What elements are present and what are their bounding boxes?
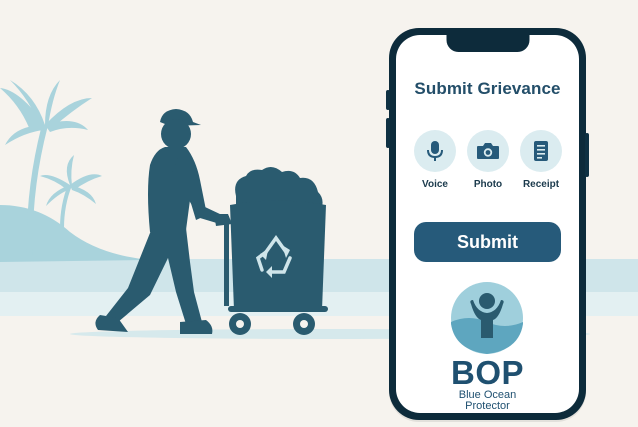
voice-option[interactable]: Voice <box>412 130 458 190</box>
submit-button[interactable]: Submit <box>414 222 561 262</box>
voice-icon-circle <box>414 130 456 172</box>
brand-line2: Protector <box>465 400 510 412</box>
photo-option[interactable]: Photo <box>465 130 511 190</box>
receipt-icon-circle <box>520 130 562 172</box>
page-title: Submit Grievance <box>414 79 561 98</box>
microphone-icon <box>427 141 443 161</box>
photo-icon-circle <box>467 130 509 172</box>
brand-name: BOP <box>450 354 524 391</box>
island-hill <box>0 205 150 262</box>
receipt-option[interactable]: Receipt <box>518 130 564 190</box>
bop-logo-icon <box>451 282 523 354</box>
brand-tagline: Blue Ocean Protector <box>396 390 579 412</box>
receipt-label: Receipt <box>522 179 560 190</box>
photo-label: Photo <box>473 179 503 190</box>
voice-label: Voice <box>422 179 448 190</box>
phone-notch <box>446 35 529 52</box>
receipt-icon <box>534 141 548 161</box>
volume-button <box>386 90 390 110</box>
smartphone: Submit Grievance Voice Photo Receipt Sub… <box>386 28 589 420</box>
phone-screen: Submit Grievance Voice Photo Receipt Sub… <box>396 35 579 413</box>
camera-icon <box>477 143 499 159</box>
volume-button <box>386 118 390 148</box>
power-button <box>585 133 589 177</box>
palm-tree-small <box>40 155 102 229</box>
recycling-cart <box>214 166 328 335</box>
